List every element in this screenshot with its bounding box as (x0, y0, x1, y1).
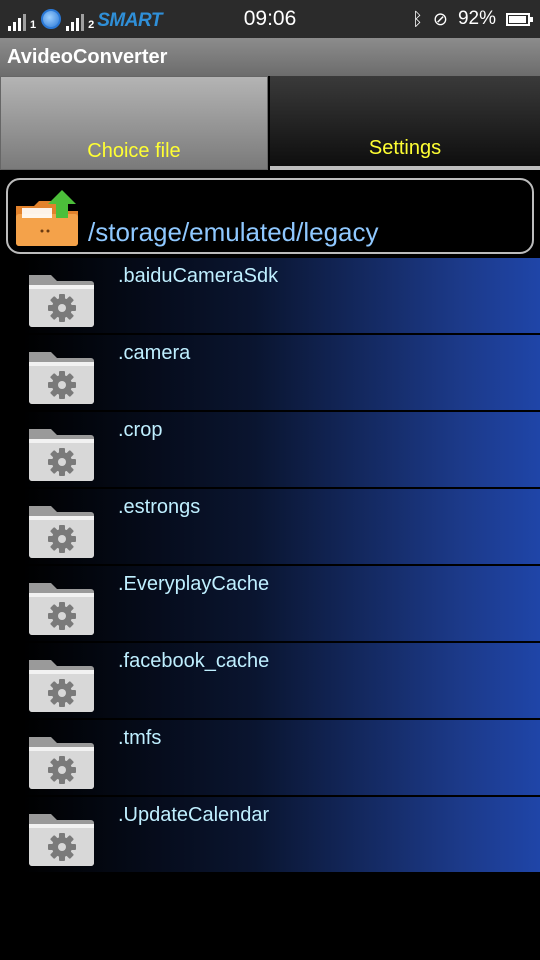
file-name: .UpdateCalendar (118, 804, 270, 826)
folder-gear-icon (29, 737, 94, 789)
file-name: .crop (118, 419, 163, 441)
tab-bar: Choice file Settings (0, 76, 540, 170)
file-name: .tmfs (118, 727, 162, 749)
list-item[interactable]: .EveryplayCache (22, 566, 540, 641)
folder-gear-icon (29, 660, 94, 712)
file-name: .camera (118, 342, 191, 364)
list-item[interactable]: .crop (22, 412, 540, 487)
file-name: .EveryplayCache (118, 573, 270, 595)
battery-fill (509, 15, 526, 23)
folder-gear-icon (29, 429, 94, 481)
list-item[interactable]: .UpdateCalendar (22, 797, 540, 872)
current-path-text: /storage/emulated/legacy (88, 217, 379, 247)
folder-gear-icon (29, 814, 94, 866)
battery-icon (506, 12, 533, 26)
file-name: .estrongs (118, 496, 201, 518)
current-path-bar[interactable]: /storage/emulated/legacy (6, 178, 534, 254)
app-title: AvideoConverter (0, 38, 540, 76)
folder-gear-icon (29, 506, 94, 558)
list-item[interactable]: .tmfs (22, 720, 540, 795)
status-bar: 1 2 SMART 09:06 ᛒ ⊘ 92% (0, 0, 540, 38)
tab-settings[interactable]: Settings (270, 76, 540, 170)
tab-choice-file[interactable]: Choice file (0, 76, 268, 170)
file-name: .baiduCameraSdk (118, 265, 279, 287)
list-item[interactable]: .facebook_cache (22, 643, 540, 718)
tab-label: Choice file (87, 140, 181, 162)
list-item[interactable]: .estrongs (22, 489, 540, 564)
status-right: ᛒ ⊘ 92% (412, 7, 533, 31)
list-item[interactable]: .camera (22, 335, 540, 410)
folder-gear-icon (29, 583, 94, 635)
tab-label: Settings (368, 137, 442, 159)
folder-gear-icon (29, 352, 94, 404)
file-name: .facebook_cache (118, 650, 270, 672)
folder-gear-icon (29, 275, 94, 327)
file-list: .baiduCameraSdk .camera .crop .estrongs … (22, 258, 540, 874)
mute-icon: ⊘ (432, 9, 448, 29)
battery-percent: 92% (457, 8, 496, 29)
folder-up-icon[interactable] (12, 186, 82, 248)
bluetooth-icon: ᛒ (412, 9, 423, 29)
list-item[interactable]: .baiduCameraSdk (22, 258, 540, 333)
